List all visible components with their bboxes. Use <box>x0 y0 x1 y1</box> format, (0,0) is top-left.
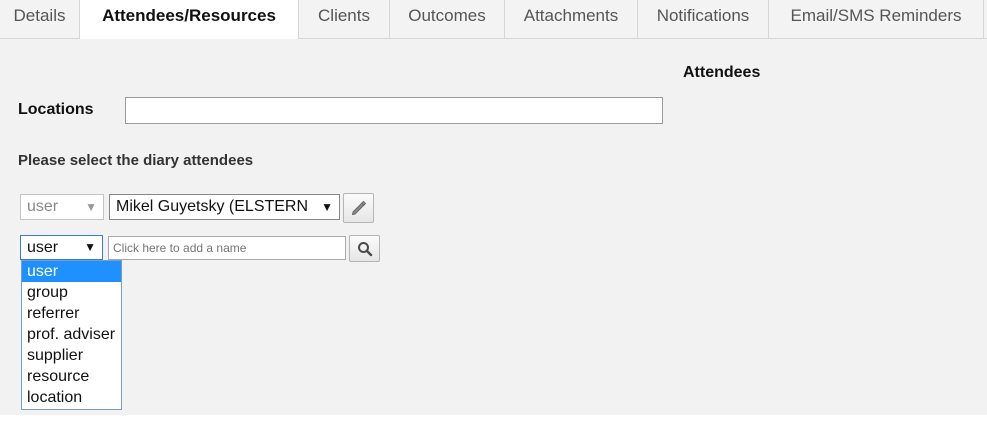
edit-attendee-button[interactable] <box>343 193 374 223</box>
option-resource[interactable]: resource <box>22 366 121 387</box>
add-attendee-name-input[interactable] <box>108 236 346 260</box>
tab-attachments[interactable]: Attachments <box>505 0 638 38</box>
magnifier-icon <box>357 241 372 256</box>
select-attendees-prompt: Please select the diary attendees <box>18 152 254 169</box>
tab-clients[interactable]: Clients <box>299 0 390 38</box>
attendee-name-select[interactable]: Mikel Guyetsky (ELSTERN ▼ <box>109 194 340 220</box>
option-referrer[interactable]: referrer <box>22 303 121 324</box>
tab-attendees-resources[interactable]: Attendees/Resources <box>79 0 299 39</box>
tab-bar: Details Attendees/Resources Clients Outc… <box>0 0 987 39</box>
attendee-type-value: user <box>27 198 59 215</box>
locations-label: Locations <box>18 101 94 118</box>
add-attendee-type-select[interactable]: user ▼ <box>20 235 103 260</box>
attendee-type-select[interactable]: user ▼ <box>20 194 104 220</box>
attendee-name-value: Mikel Guyetsky (ELSTERN <box>116 198 309 215</box>
locations-input[interactable] <box>125 97 663 124</box>
option-supplier[interactable]: supplier <box>22 345 121 366</box>
tab-email-sms-reminders[interactable]: Email/SMS Reminders <box>769 0 984 38</box>
tab-outcomes[interactable]: Outcomes <box>390 0 505 38</box>
attendees-heading: Attendees <box>683 64 761 81</box>
pencil-icon <box>351 200 366 216</box>
add-attendee-type-value: user <box>27 239 59 256</box>
option-group[interactable]: group <box>22 282 121 303</box>
tab-notifications[interactable]: Notifications <box>638 0 769 38</box>
option-prof-adviser[interactable]: prof. adviser <box>22 324 121 345</box>
chevron-down-icon: ▼ <box>84 240 96 254</box>
option-location[interactable]: location <box>22 387 121 408</box>
chevron-down-icon: ▼ <box>85 200 97 214</box>
option-user[interactable]: user <box>22 261 121 282</box>
attendee-type-dropdown: user group referrer prof. adviser suppli… <box>21 260 122 410</box>
chevron-down-icon: ▼ <box>319 195 333 219</box>
search-attendee-button[interactable] <box>349 235 380 262</box>
panel-bottom-edge <box>0 415 987 421</box>
attendees-panel <box>0 39 987 415</box>
tab-details[interactable]: Details <box>0 0 80 38</box>
